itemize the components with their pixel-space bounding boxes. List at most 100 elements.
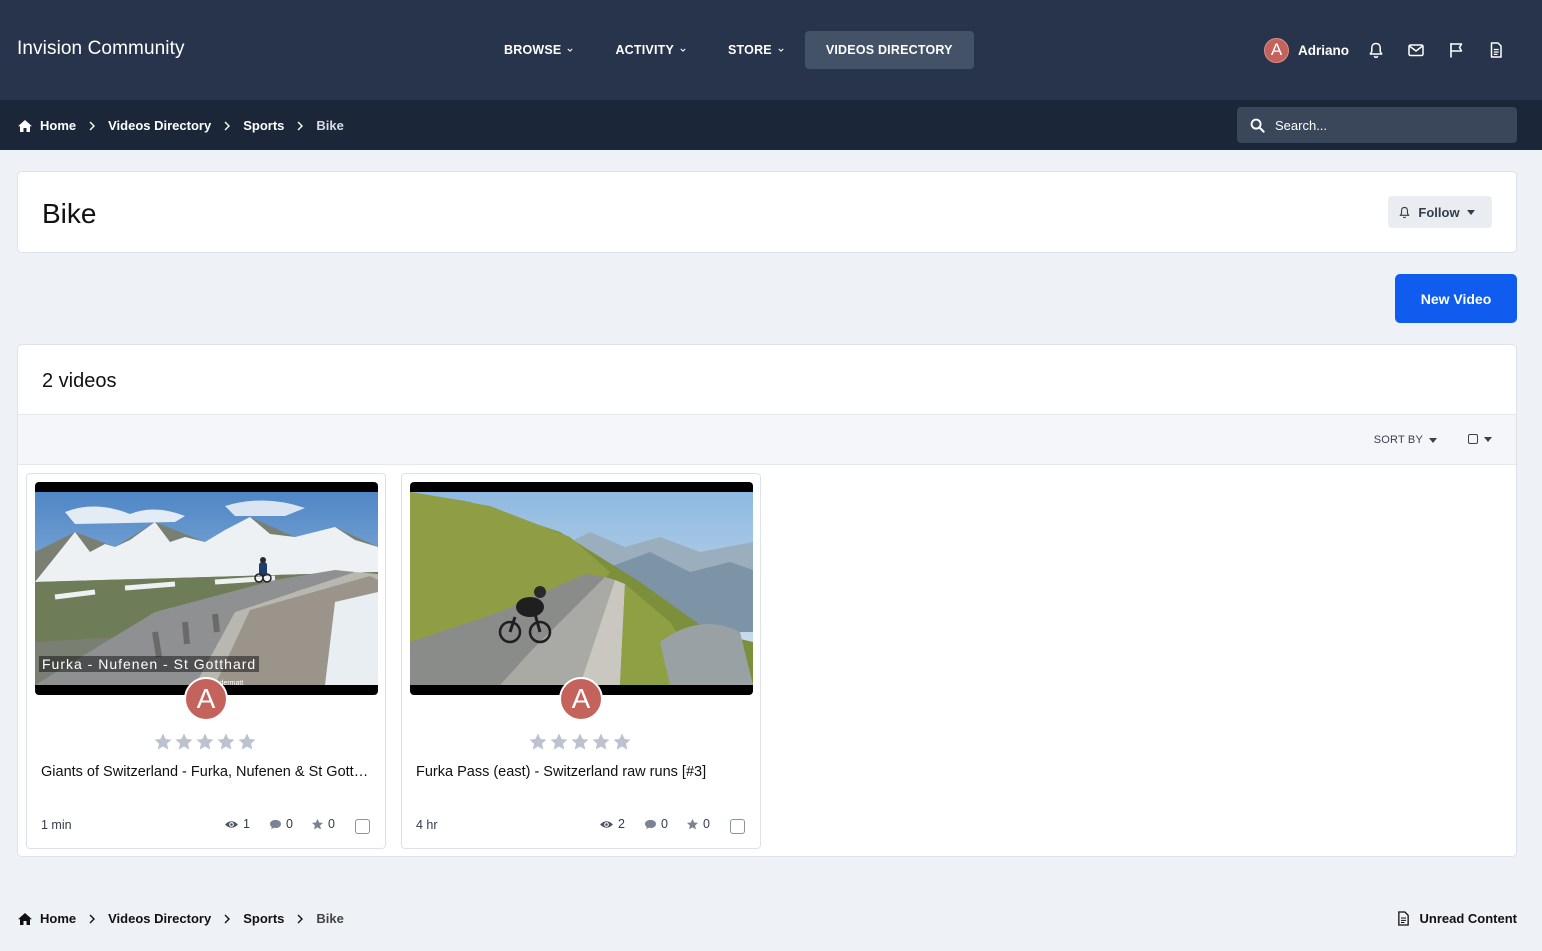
star-icon	[175, 733, 193, 750]
nav-browse-label: BROWSE	[504, 43, 562, 57]
page-header: Bike Follow	[17, 171, 1517, 253]
video-select-checkbox[interactable]	[730, 819, 745, 834]
views-count: 1	[243, 817, 250, 831]
video-thumbnail[interactable]: Furka - Nufenen - St Gotthard Andermatt	[35, 482, 378, 695]
favorites-stat: 0	[311, 817, 335, 831]
video-thumbnail[interactable]	[410, 482, 753, 695]
caret-down-icon	[1466, 209, 1475, 215]
author-avatar[interactable]: A	[559, 677, 603, 721]
footer-breadcrumb-videos-directory[interactable]: Videos Directory	[108, 911, 211, 926]
nav-store-label: STORE	[728, 43, 772, 57]
views-count: 2	[618, 817, 625, 831]
user-name: Adriano	[1298, 42, 1350, 58]
breadcrumb-bar: Home Videos Directory Sports Bike	[0, 100, 1542, 150]
chevron-right-icon	[297, 914, 304, 923]
user-menu[interactable]: A Adriano	[1264, 37, 1349, 63]
search-input[interactable]	[1275, 117, 1495, 133]
star-icon	[686, 818, 699, 829]
chevron-down-icon	[680, 48, 686, 52]
caret-down-icon	[1429, 437, 1437, 443]
comments-stat: 0	[644, 817, 668, 831]
star-icon	[196, 733, 214, 750]
envelope-icon[interactable]	[1407, 41, 1425, 59]
sort-by-label: SORT BY	[1373, 434, 1423, 446]
star-icon	[529, 733, 547, 750]
video-select-checkbox[interactable]	[355, 819, 370, 834]
nav-browse[interactable]: BROWSE	[483, 31, 594, 69]
home-icon[interactable]	[17, 912, 33, 926]
new-video-button[interactable]: New Video	[1395, 274, 1517, 323]
favorites-count: 0	[328, 817, 335, 831]
nav-videos-directory-label: VIDEOS DIRECTORY	[825, 43, 953, 57]
star-icon	[592, 733, 610, 750]
favorites-stat: 0	[686, 817, 710, 831]
comments-count: 0	[286, 817, 293, 831]
breadcrumb-sports[interactable]: Sports	[243, 118, 284, 133]
site-header: Invision Community BROWSE ACTIVITY STORE…	[0, 0, 1542, 100]
breadcrumb-home[interactable]: Home	[40, 118, 76, 133]
select-all-dropdown[interactable]	[1468, 434, 1492, 444]
video-title[interactable]: Giants of Switzerland - Furka, Nufenen &…	[41, 764, 373, 780]
chevron-down-icon	[567, 48, 574, 52]
breadcrumb: Home Videos Directory Sports Bike	[17, 118, 344, 133]
caret-down-icon	[1484, 436, 1492, 442]
footer-breadcrumb: Home Videos Directory Sports Bike	[17, 911, 344, 926]
views-stat: 1	[224, 817, 250, 831]
video-count: 2 videos	[42, 370, 117, 392]
rating-stars[interactable]	[153, 732, 257, 752]
unread-content-label: Unread Content	[1419, 911, 1518, 926]
views-stat: 2	[599, 817, 625, 831]
follow-label: Follow	[1418, 204, 1460, 220]
user-avatar: A	[1264, 37, 1289, 63]
site-brand[interactable]: Invision Community	[17, 38, 185, 60]
main-nav: BROWSE ACTIVITY STORE VIDEOS DIRECTORY	[483, 31, 974, 69]
chevron-right-icon	[224, 121, 231, 130]
video-listing: 2 videos SORT BY Furka - Nufenen - St Go…	[17, 344, 1517, 857]
chevron-right-icon	[89, 121, 96, 130]
video-time: 4 hr	[416, 818, 438, 832]
breadcrumb-bike: Bike	[316, 118, 344, 133]
comments-count: 0	[661, 817, 668, 831]
comment-icon	[270, 819, 281, 829]
bell-icon	[1399, 206, 1410, 218]
footer-breadcrumb-bike: Bike	[316, 911, 344, 926]
video-card[interactable]: Furka - Nufenen - St Gotthard Andermatt …	[26, 473, 386, 849]
footer-breadcrumb-sports[interactable]: Sports	[243, 911, 284, 926]
footer-breadcrumb-home[interactable]: Home	[40, 911, 76, 926]
star-icon	[154, 733, 172, 750]
nav-videos-directory[interactable]: VIDEOS DIRECTORY	[804, 31, 974, 69]
video-card[interactable]: A Furka Pass (east) - Switzerland raw ru…	[401, 473, 761, 849]
video-title[interactable]: Furka Pass (east) - Switzerland raw runs…	[416, 764, 748, 780]
comment-icon	[645, 819, 656, 829]
breadcrumb-videos-directory[interactable]: Videos Directory	[108, 118, 211, 133]
author-avatar[interactable]: A	[184, 677, 228, 721]
select-all-checkbox[interactable]	[1468, 434, 1478, 444]
listing-header: 2 videos	[18, 345, 1516, 415]
chevron-right-icon	[224, 914, 231, 923]
eye-icon	[225, 820, 238, 828]
star-icon	[238, 733, 256, 750]
video-thumbnail-caption: Furka - Nufenen - St Gotthard	[39, 656, 260, 672]
nav-store[interactable]: STORE	[707, 31, 805, 69]
home-icon[interactable]	[17, 119, 33, 133]
nav-activity[interactable]: ACTIVITY	[594, 31, 707, 69]
page-title: Bike	[42, 198, 97, 229]
sort-by-dropdown[interactable]: SORT BY	[1374, 434, 1437, 446]
video-thumbnail-image	[410, 492, 753, 685]
bell-icon[interactable]	[1367, 41, 1385, 59]
flag-icon[interactable]	[1447, 41, 1465, 59]
document-icon	[1397, 911, 1409, 926]
star-icon	[613, 733, 631, 750]
search-box[interactable]	[1237, 107, 1517, 143]
star-icon	[550, 733, 568, 750]
chevron-right-icon	[89, 914, 96, 923]
nav-activity-label: ACTIVITY	[615, 43, 674, 57]
chevron-down-icon	[778, 48, 784, 52]
follow-button[interactable]: Follow	[1388, 196, 1492, 228]
star-icon	[311, 818, 324, 829]
document-icon[interactable]	[1487, 41, 1505, 59]
unread-content-link[interactable]: Unread Content	[1397, 911, 1518, 926]
video-time: 1 min	[41, 818, 72, 832]
eye-icon	[600, 820, 613, 828]
rating-stars[interactable]	[528, 732, 632, 752]
